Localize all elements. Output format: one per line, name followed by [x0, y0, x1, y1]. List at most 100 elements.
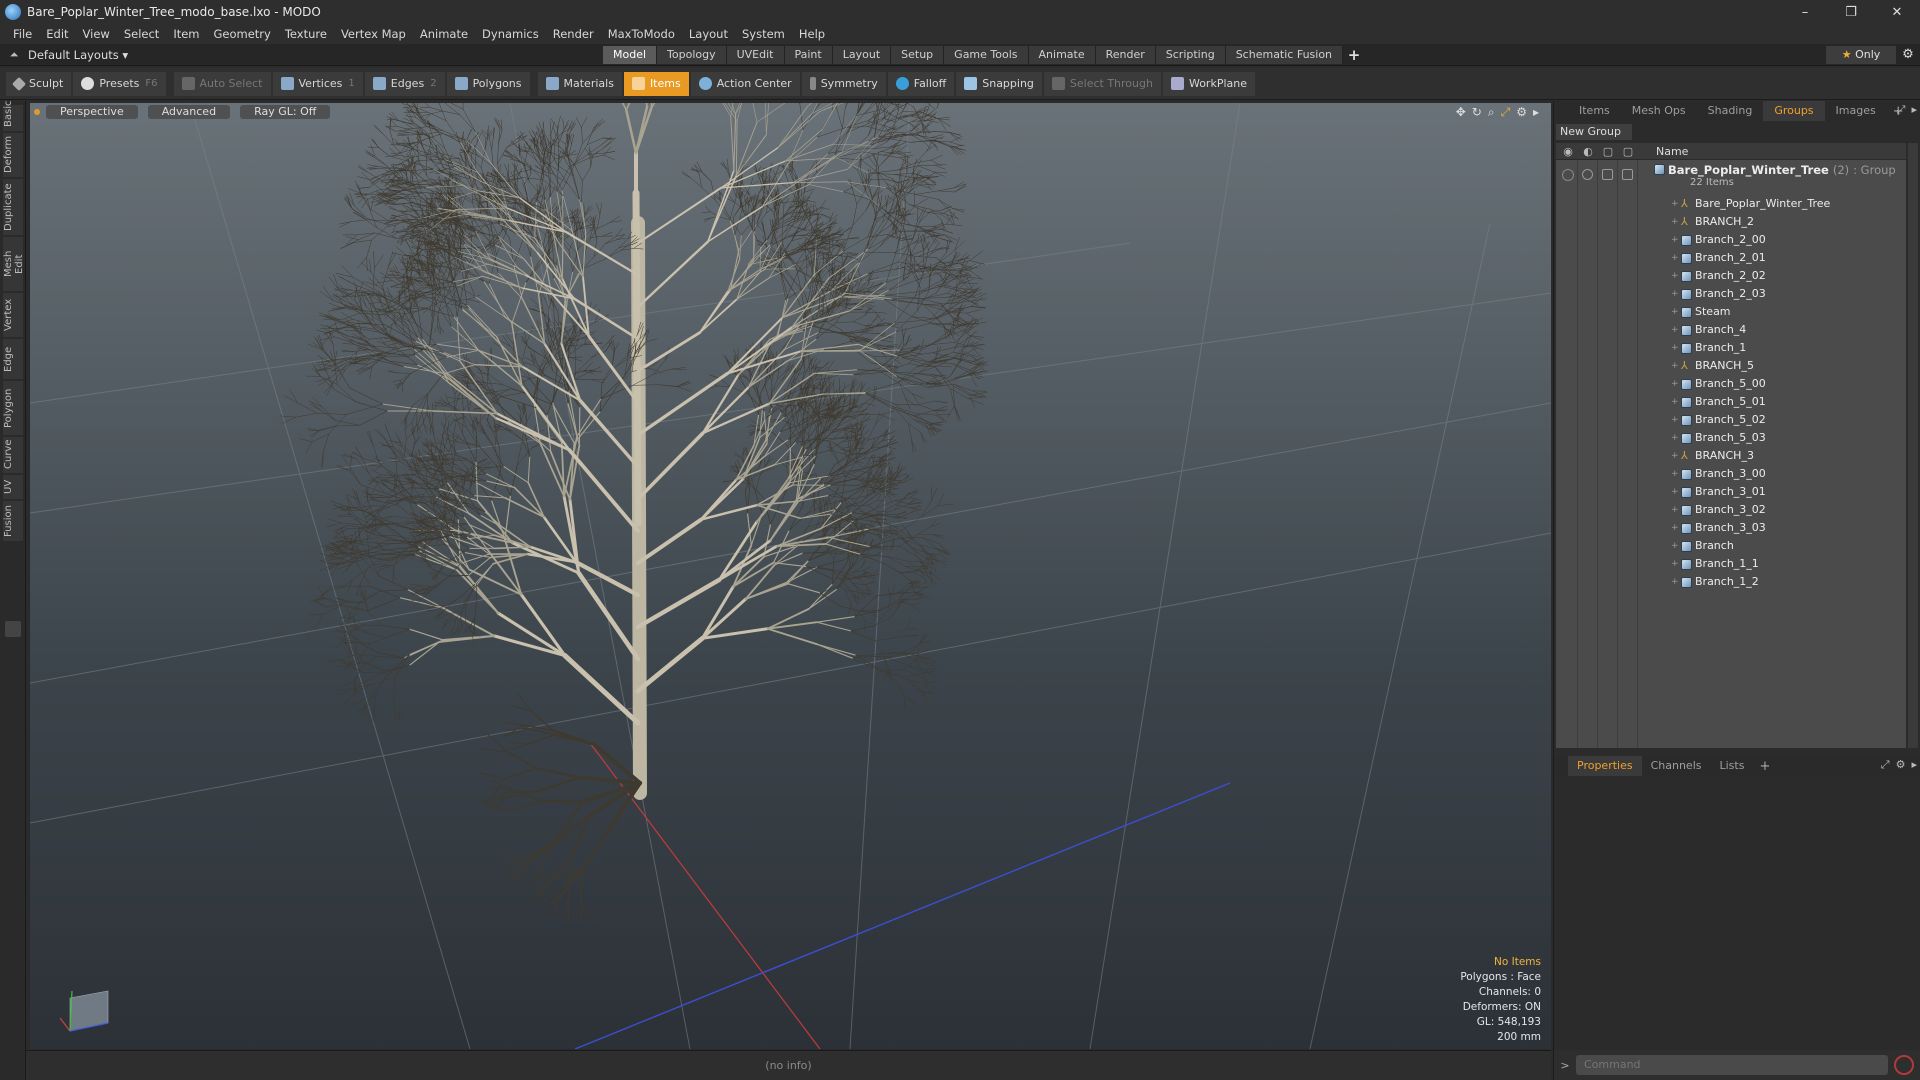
menu-view[interactable]: View	[76, 24, 117, 44]
menu-item[interactable]: Item	[166, 24, 206, 44]
symmetry-button[interactable]: Symmetry	[801, 71, 886, 96]
layout-tab-render[interactable]: Render	[1095, 46, 1156, 64]
menu-dynamics[interactable]: Dynamics	[475, 24, 546, 44]
menu-layout[interactable]: Layout	[682, 24, 735, 44]
viewport-expand-icon[interactable]: ▸	[1533, 105, 1539, 120]
expand-icon[interactable]: +	[1671, 195, 1679, 213]
lock-column-icon[interactable]: ▢	[1598, 143, 1618, 160]
3d-viewport[interactable]: Perspective Advanced Ray GL: Off ✥ ↻ ⌕ ⤢…	[30, 103, 1551, 1049]
expand-icon[interactable]: +	[1671, 357, 1679, 375]
bottom-settings-icon[interactable]: ⚙	[1896, 758, 1906, 772]
expand-icon[interactable]: +	[1671, 573, 1679, 591]
expand-icon[interactable]: +	[1671, 375, 1679, 393]
materials-button[interactable]: Materials	[537, 71, 622, 96]
layout-tab-uvedit[interactable]: UVEdit	[726, 46, 785, 64]
panel-menu-icon[interactable]: ▸	[1911, 103, 1917, 117]
menu-system[interactable]: System	[735, 24, 792, 44]
expand-icon[interactable]: +	[1671, 393, 1679, 411]
list-item[interactable]: + Branch_3_03	[1556, 519, 1906, 537]
new-group-button[interactable]: New Group	[1556, 124, 1632, 140]
bottom-expand-icon[interactable]: ⤢	[1881, 758, 1890, 772]
expand-icon[interactable]: +	[1671, 537, 1679, 555]
items-button[interactable]: Items	[623, 71, 689, 96]
list-item[interactable]: + Branch_1	[1556, 339, 1906, 357]
only-button[interactable]: ★ Only	[1826, 46, 1896, 64]
name-column-header[interactable]: Name	[1656, 143, 1688, 160]
presets-button[interactable]: Presets F6	[73, 71, 166, 96]
expand-icon[interactable]: +	[1671, 339, 1679, 357]
layout-tab-layout[interactable]: Layout	[832, 46, 892, 64]
polygons-button[interactable]: Polygons	[446, 71, 530, 96]
group-select-checkbox[interactable]	[1622, 169, 1633, 180]
list-item[interactable]: + ⅄ BRANCH_5	[1556, 357, 1906, 375]
expand-icon[interactable]: +	[1671, 267, 1679, 285]
auto-select-button[interactable]: Auto Select	[173, 71, 271, 96]
left-tab-basic[interactable]: Basic	[3, 101, 23, 131]
add-layout-tab-icon[interactable]: +	[1343, 46, 1365, 64]
palette-toggle-icon[interactable]	[5, 621, 21, 637]
minimize-button[interactable]: –	[1782, 0, 1828, 24]
expand-icon[interactable]: +	[1671, 483, 1679, 501]
expand-icon[interactable]: +	[1671, 465, 1679, 483]
zoom-icon[interactable]: ⌕	[1488, 105, 1495, 120]
group-lock-checkbox[interactable]	[1602, 169, 1613, 180]
list-item[interactable]: + Branch_2_02	[1556, 267, 1906, 285]
expand-icon[interactable]: +	[1671, 447, 1679, 465]
layout-tab-paint[interactable]: Paint	[784, 46, 833, 64]
left-tab-edge[interactable]: Edge	[3, 339, 23, 379]
layout-tab-scripting[interactable]: Scripting	[1155, 46, 1226, 64]
raygl-button[interactable]: Ray GL: Off	[240, 105, 331, 119]
restore-button[interactable]: ❐	[1828, 0, 1874, 24]
list-item[interactable]: + Branch_3_01	[1556, 483, 1906, 501]
list-item[interactable]: + Branch_2_00	[1556, 231, 1906, 249]
bottom-tab-lists[interactable]: Lists	[1711, 756, 1754, 776]
list-item[interactable]: + Branch_5_01	[1556, 393, 1906, 411]
list-item[interactable]: + ⅄ Bare_Poplar_Winter_Tree	[1556, 195, 1906, 213]
layout-tab-game-tools[interactable]: Game Tools	[944, 46, 1029, 64]
list-item[interactable]: + ⅄ BRANCH_2	[1556, 213, 1906, 231]
expand-icon[interactable]: +	[1671, 555, 1679, 573]
layout-tab-setup[interactable]: Setup	[891, 46, 945, 64]
tree-scrollbar[interactable]	[1908, 143, 1918, 748]
left-tab-curve[interactable]: Curve	[3, 437, 23, 473]
edges-button[interactable]: Edges 2	[364, 71, 445, 96]
pan-icon[interactable]: ✥	[1456, 105, 1466, 120]
layout-tab-animate[interactable]: Animate	[1028, 46, 1096, 64]
left-tab-polygon[interactable]: Polygon	[3, 381, 23, 435]
sculpt-button[interactable]: Sculpt	[6, 71, 72, 96]
left-tab-duplicate[interactable]: Duplicate	[3, 179, 23, 235]
command-history-icon[interactable]	[1894, 1055, 1914, 1075]
snapping-button[interactable]: Snapping	[956, 71, 1042, 96]
menu-geometry[interactable]: Geometry	[207, 24, 278, 44]
expand-icon[interactable]: +	[1671, 519, 1679, 537]
left-tab-mesh-edit[interactable]: Mesh Edit	[3, 237, 25, 291]
expand-icon[interactable]: +	[1671, 303, 1679, 321]
expand-icon[interactable]: +	[1671, 429, 1679, 447]
menu-edit[interactable]: Edit	[39, 24, 75, 44]
list-item[interactable]: + Branch_5_03	[1556, 429, 1906, 447]
add-bottom-tab-icon[interactable]: +	[1753, 759, 1776, 774]
layout-collapse-icon[interactable]: ⏶	[0, 48, 28, 62]
left-tab-fusion[interactable]: Fusion	[3, 501, 23, 541]
fit-icon[interactable]: ⤢	[1501, 105, 1511, 120]
layout-tab-model[interactable]: Model	[603, 46, 658, 64]
menu-render[interactable]: Render	[546, 24, 601, 44]
layout-tab-schematic-fusion[interactable]: Schematic Fusion	[1225, 46, 1344, 64]
visibility-column-icon[interactable]: ◉	[1558, 143, 1578, 160]
panel-tab-groups[interactable]: Groups	[1763, 101, 1825, 121]
workplane-button[interactable]: WorkPlane	[1162, 71, 1255, 96]
list-item[interactable]: + Branch_3_02	[1556, 501, 1906, 519]
list-item[interactable]: + Branch_2_03	[1556, 285, 1906, 303]
panel-tab-shading[interactable]: Shading	[1697, 101, 1764, 121]
expand-icon[interactable]: +	[1671, 285, 1679, 303]
bottom-menu-icon[interactable]: ▸	[1911, 758, 1917, 772]
list-item[interactable]: + Branch_3_00	[1556, 465, 1906, 483]
expand-icon[interactable]: +	[1671, 249, 1679, 267]
expand-icon[interactable]: +	[1671, 231, 1679, 249]
viewport-settings-icon[interactable]: ⚙	[1516, 105, 1527, 120]
list-item[interactable]: + ⅄ BRANCH_3	[1556, 447, 1906, 465]
select-column-icon[interactable]: ▢	[1618, 143, 1638, 160]
bottom-tab-properties[interactable]: Properties	[1568, 756, 1642, 776]
expand-icon[interactable]: +	[1671, 321, 1679, 339]
group-row[interactable]: Bare_Poplar_Winter_Tree (2) : Group 22 I…	[1556, 161, 1906, 191]
